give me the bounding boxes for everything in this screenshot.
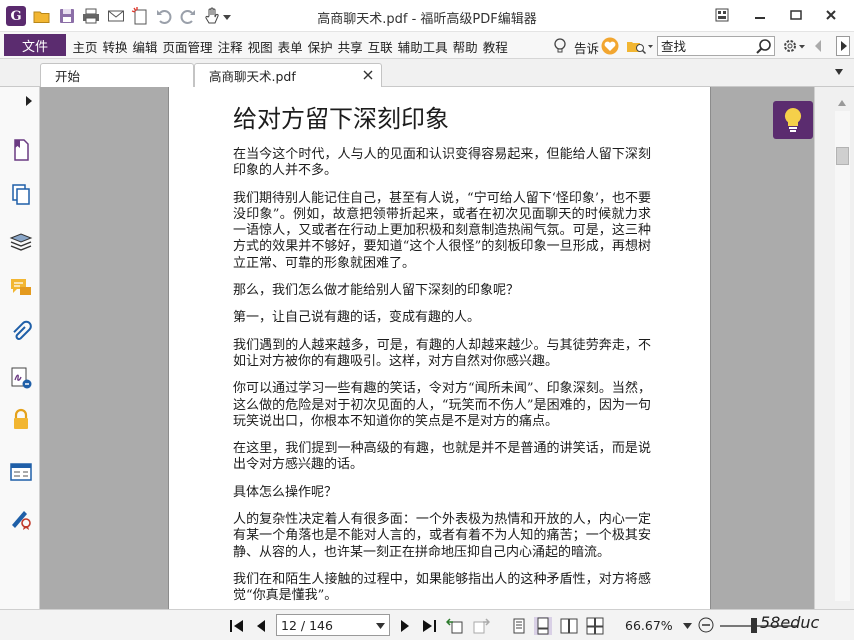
chevron-down-icon[interactable] [834, 68, 844, 76]
tab-start-label: 开始 [55, 69, 81, 84]
page-number-input[interactable] [281, 617, 369, 633]
menu-item-accessibility[interactable]: 辅助工具 [395, 37, 450, 56]
paragraph: 我们遇到的人越来越多，可是，有趣的人却越来越少。与其徒劳奔走，不如让对方被你的有… [233, 337, 651, 369]
layers-panel-icon[interactable] [8, 229, 34, 255]
zoom-out-icon[interactable] [698, 617, 714, 633]
paragraph: 那么，我们怎么做才能给别人留下深刻的印象呢？ [233, 283, 520, 299]
heart-icon[interactable] [601, 37, 619, 55]
last-page-icon[interactable] [420, 617, 438, 635]
paragraph: 我们在和陌生人接触的过程中，如果能够指出人的这种矛盾性，对方将感觉“你真是懂我”… [233, 571, 651, 604]
scroll-up-icon[interactable] [837, 99, 847, 107]
chevron-down-icon[interactable] [376, 623, 385, 629]
previous-page-icon[interactable] [252, 617, 270, 635]
lightbulb-icon [784, 107, 802, 132]
thumbnails-panel-icon[interactable] [8, 182, 34, 208]
chevron-down-icon[interactable] [683, 623, 692, 629]
find-options-icon[interactable] [626, 37, 654, 55]
menu-item-protect[interactable]: 保护 [305, 37, 335, 56]
lock-icon[interactable] [8, 407, 34, 433]
title-bar: G 高商聊天术.pdf - 福昕高级PDF编辑器 [0, 0, 854, 32]
pdf-page[interactable]: 给对方留下深刻印象 在当今这个时代，人与人的见面和认识变得容易起来，但能给人留下… [168, 87, 711, 609]
minimize-button[interactable] [747, 4, 773, 26]
ribbon-scroll-left-icon[interactable] [812, 38, 824, 54]
navigation-sidebar [0, 87, 40, 640]
certificate-panel-icon[interactable] [8, 505, 34, 531]
tab-document-label: 高商聊天术.pdf [209, 69, 296, 84]
tab-start[interactable]: 开始 [40, 63, 194, 87]
file-menu-button[interactable]: 文件 [4, 34, 66, 56]
restore-layout-icon[interactable] [709, 4, 735, 26]
close-icon[interactable] [363, 70, 373, 80]
search-icon[interactable] [755, 38, 772, 55]
paragraph: 在当今这个时代，人与人的见面和认识变得容易起来，但能给人留下深刻印象的人并不多。 [233, 147, 651, 179]
menu-item-home[interactable]: 主页 [70, 37, 100, 56]
menu-item-connect[interactable]: 互联 [365, 37, 395, 56]
expand-panel-icon[interactable] [25, 95, 33, 107]
paragraph: 人的复杂性决定着人有很多面：一个外表极为热情和开放的人，内心一定有某一个角落也是… [233, 512, 651, 560]
menu-item-view[interactable]: 视图 [245, 37, 275, 56]
menu-bar: 文件 主页 转换 编辑 页面管理 注释 视图 表单 保护 共享 互联 辅助工具 … [0, 32, 854, 59]
menu-item-form[interactable]: 表单 [275, 37, 305, 56]
go-forward-view-icon[interactable] [472, 617, 490, 635]
document-tab-bar: 开始 高商聊天术.pdf [0, 59, 854, 87]
menu-item-share[interactable]: 共享 [335, 37, 365, 56]
attachment-icon[interactable] [8, 319, 34, 345]
paragraph: 具体怎么操作呢？ [233, 484, 338, 500]
signature-panel-icon[interactable] [8, 365, 34, 391]
menu-item-convert[interactable]: 转换 [100, 37, 130, 56]
continuous-view-icon[interactable] [534, 617, 552, 635]
menu-item-comment[interactable]: 注释 [215, 37, 245, 56]
facing-view-icon[interactable] [560, 617, 578, 635]
status-bar: 66.67% 58educ [0, 609, 854, 640]
maximize-button[interactable] [783, 4, 809, 26]
idea-assistant-button[interactable] [773, 101, 813, 139]
next-page-icon[interactable] [396, 617, 414, 635]
scrollbar-track[interactable] [835, 111, 850, 601]
fields-panel-icon[interactable] [8, 459, 34, 485]
menu-item-organize[interactable]: 页面管理 [160, 37, 215, 56]
search-box[interactable] [657, 36, 775, 56]
page-body: 在当今这个时代，人与人的见面和认识变得容易起来，但能给人留下深刻印象的人并不多。… [233, 147, 651, 609]
menu-item-help[interactable]: 帮助 [450, 37, 480, 56]
bookmark-panel-icon[interactable] [8, 137, 34, 163]
lightbulb-icon[interactable] [552, 37, 568, 55]
watermark: 58educ [760, 613, 820, 632]
ribbon-scroll-right-icon[interactable] [836, 36, 850, 56]
search-input[interactable] [661, 38, 753, 54]
single-page-view-icon[interactable] [510, 617, 528, 635]
page-heading: 给对方留下深刻印象 [233, 105, 449, 133]
first-page-icon[interactable] [228, 617, 246, 635]
close-button[interactable] [818, 4, 844, 26]
zoom-slider-thumb[interactable] [751, 618, 757, 633]
paragraph: 在这里，我们提到一种高级的有趣，也就是并不是普通的讲笑话，而是说出令对方感兴趣的… [233, 441, 651, 473]
document-canvas[interactable]: 给对方留下深刻印象 在当今这个时代，人与人的见面和认识变得容易起来，但能给人留下… [40, 87, 814, 609]
scrollbar-thumb[interactable] [836, 147, 849, 165]
page-number-field[interactable] [276, 614, 390, 636]
tell-me-label[interactable]: 告诉 [574, 38, 599, 57]
menu-item-tutorial[interactable]: 教程 [480, 37, 510, 56]
paragraph: 我们期待别人能记住自己，甚至有人说，“宁可给人留下‘怪印象’，也不要没印象”。例… [233, 190, 651, 271]
zoom-level[interactable]: 66.67% [625, 618, 673, 633]
gear-icon[interactable] [781, 37, 807, 55]
paragraph: 第一，让自己说有趣的话，变成有趣的人。 [233, 310, 481, 326]
tab-document[interactable]: 高商聊天术.pdf [194, 63, 382, 87]
vertical-scrollbar[interactable] [814, 87, 854, 609]
ribbon-tabs: 主页 转换 编辑 页面管理 注释 视图 表单 保护 共享 互联 辅助工具 帮助 … [70, 37, 510, 56]
menu-item-edit[interactable]: 编辑 [130, 37, 160, 56]
comments-panel-icon[interactable] [8, 275, 34, 301]
paragraph: 你可以通过学习一些有趣的笑话，令对方“闻所未闻”、印象深刻。当然，这么做的危险是… [233, 381, 651, 429]
continuous-facing-view-icon[interactable] [586, 617, 604, 635]
go-back-view-icon[interactable] [446, 617, 464, 635]
